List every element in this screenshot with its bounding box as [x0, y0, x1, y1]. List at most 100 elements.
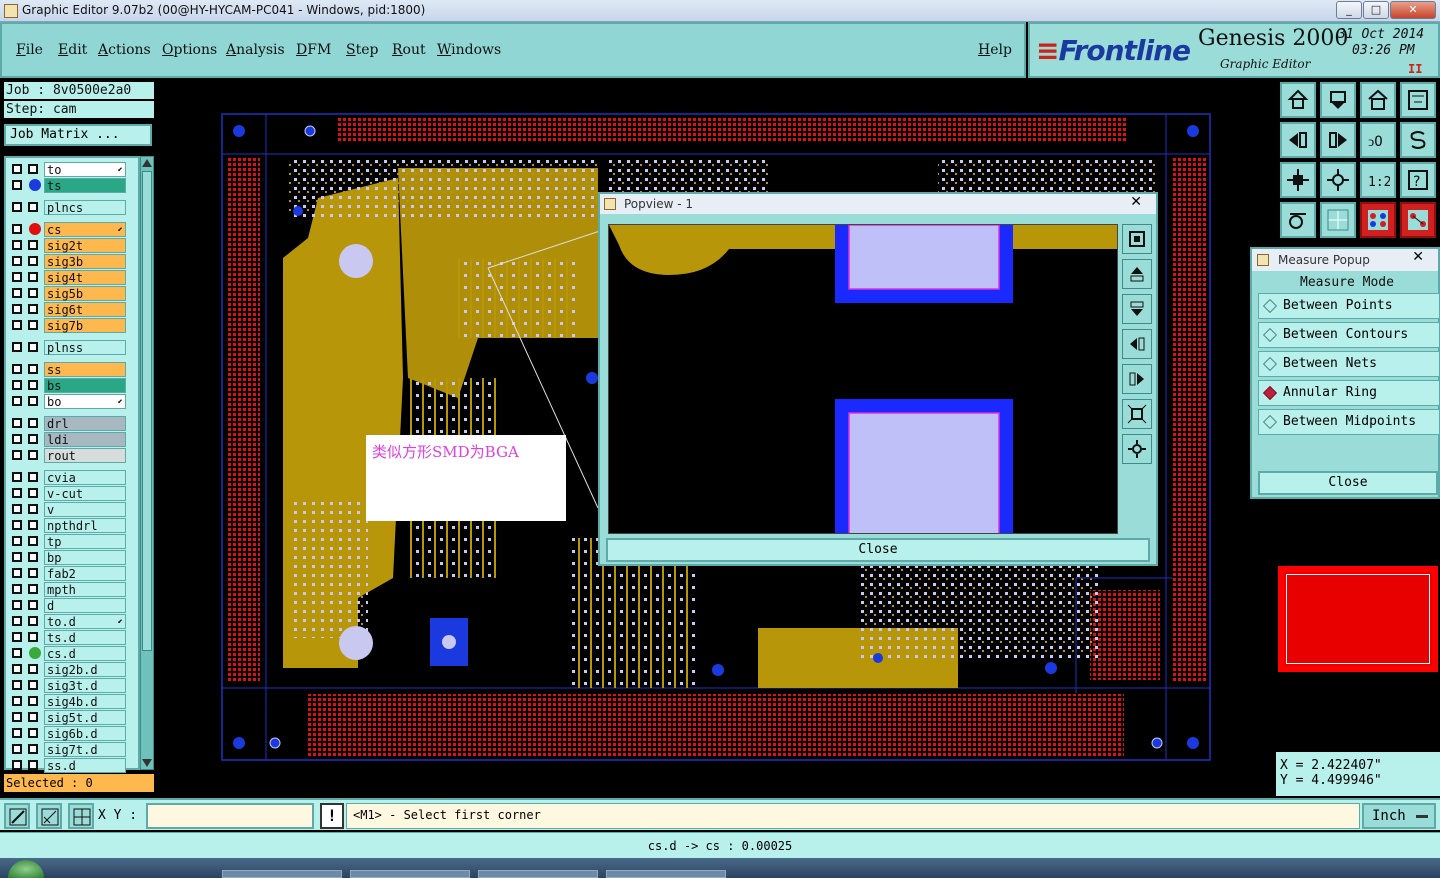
layer-display-checkbox[interactable] — [12, 696, 22, 706]
layer-row-plncs[interactable]: plncs — [8, 200, 128, 215]
scroll-thumb[interactable] — [142, 171, 152, 651]
menu-dfm[interactable]: DFM — [296, 42, 331, 58]
layer-display-checkbox[interactable] — [12, 364, 22, 374]
layer-name[interactable]: cs ⬋ — [44, 222, 126, 237]
layer-display-checkbox[interactable] — [12, 342, 22, 352]
layer-row-ts-d[interactable]: ts.d — [8, 630, 128, 645]
layer-affected-checkbox[interactable] — [28, 760, 38, 770]
menu-step[interactable]: Step — [346, 42, 378, 58]
scroll-down-icon[interactable] — [142, 759, 152, 767]
layer-row-sig5t-d[interactable]: sig5t.d — [8, 710, 128, 725]
help-icon[interactable]: ? — [1400, 162, 1436, 198]
taskbar-item[interactable] — [478, 870, 598, 878]
pan-left-icon[interactable] — [1280, 122, 1316, 158]
layer-name[interactable]: v — [44, 502, 126, 517]
layer-name[interactable]: ldi — [44, 432, 126, 447]
layer-row-cvia[interactable]: cvia — [8, 470, 128, 485]
layer-display-checkbox[interactable] — [12, 240, 22, 250]
popview-pan-down-icon[interactable] — [1122, 294, 1152, 324]
layer-display-checkbox[interactable] — [12, 600, 22, 610]
layer-row-sig4b-d[interactable]: sig4b.d — [8, 694, 128, 709]
job-matrix-button[interactable]: Job Matrix ... — [4, 124, 152, 146]
layer-row-ss[interactable]: ss — [8, 362, 128, 377]
layer-name[interactable]: ts.d — [44, 630, 126, 645]
layer-affected-checkbox[interactable] — [28, 450, 38, 460]
layer-name[interactable]: fab2 — [44, 566, 126, 581]
layer-name[interactable]: sig5t.d — [44, 710, 126, 725]
measure-between-points[interactable]: Between Points — [1258, 293, 1440, 319]
layer-affected-checkbox[interactable] — [28, 396, 38, 406]
popview-pan-up-icon[interactable] — [1122, 259, 1152, 289]
close-window-button[interactable]: ✕ — [1390, 1, 1436, 19]
layer-affected-checkbox[interactable] — [28, 680, 38, 690]
layer-name[interactable]: cs.d — [44, 646, 126, 661]
menu-options[interactable]: Options — [162, 42, 217, 58]
layer-display-checkbox[interactable] — [12, 664, 22, 674]
layer-name[interactable]: drl — [44, 416, 126, 431]
taskbar-item[interactable] — [606, 870, 726, 878]
redraw-icon[interactable] — [1400, 122, 1436, 158]
layer-row-bp[interactable]: bp — [8, 550, 128, 565]
popview-pan-left-icon[interactable] — [1122, 329, 1152, 359]
layer-display-checkbox[interactable] — [12, 504, 22, 514]
measure-annular-ring[interactable]: Annular Ring — [1258, 380, 1440, 406]
layer-display-checkbox[interactable] — [12, 180, 22, 190]
layer-name[interactable]: bs — [44, 378, 126, 393]
layer-affected-checkbox[interactable] — [28, 434, 38, 444]
layer-name[interactable]: mpth — [44, 582, 126, 597]
layer-row-sig2b-d[interactable]: sig2b.d — [8, 662, 128, 677]
popview-center-icon[interactable] — [1122, 434, 1152, 464]
units-selector[interactable]: Inch — [1362, 803, 1436, 829]
layer-row-ts[interactable]: ts — [8, 178, 128, 193]
layer-row-d[interactable]: d — [8, 598, 128, 613]
layer-row-sig7t-d[interactable]: sig7t.d — [8, 742, 128, 757]
layer-name[interactable]: ss — [44, 362, 126, 377]
menu-actions[interactable]: Actions — [98, 42, 151, 58]
layer-display-checkbox[interactable] — [12, 648, 22, 658]
layer-affected-checkbox[interactable] — [28, 616, 38, 626]
layer-display-checkbox[interactable] — [12, 552, 22, 562]
measure-close-button[interactable]: Close — [1258, 471, 1438, 495]
taskbar-item[interactable] — [350, 870, 470, 878]
layer-affected-checkbox[interactable] — [28, 696, 38, 706]
layer-color-dot-icon[interactable] — [29, 223, 41, 235]
layer-row-sig5b[interactable]: sig5b — [8, 286, 128, 301]
layer-affected-checkbox[interactable] — [28, 364, 38, 374]
layer-row-cs-d[interactable]: cs.d — [8, 646, 128, 661]
layer-name[interactable]: cvia — [44, 470, 126, 485]
layer-name[interactable]: sig2b.d — [44, 662, 126, 677]
menu-rout[interactable]: Rout — [392, 42, 426, 58]
pan-right-icon[interactable] — [1320, 122, 1356, 158]
maximize-button[interactable]: □ — [1363, 1, 1389, 19]
layer-row-ldi[interactable]: ldi — [8, 432, 128, 447]
grid-icon[interactable] — [1320, 202, 1356, 238]
fit-screen-icon[interactable] — [1280, 162, 1316, 198]
layer-display-checkbox[interactable] — [12, 568, 22, 578]
layer-affected-checkbox[interactable] — [28, 504, 38, 514]
layer-display-checkbox[interactable] — [12, 712, 22, 722]
layer-name[interactable]: sig5b — [44, 286, 126, 301]
layer-name[interactable]: to.d ⬋ — [44, 614, 126, 629]
layer-row-sig4t[interactable]: sig4t — [8, 270, 128, 285]
layer-name[interactable]: v-cut — [44, 486, 126, 501]
layer-affected-checkbox[interactable] — [28, 380, 38, 390]
menu-file[interactable]: File — [16, 42, 43, 58]
layer-display-checkbox[interactable] — [12, 272, 22, 282]
layer-name[interactable]: npthdrl — [44, 518, 126, 533]
layer-display-checkbox[interactable] — [12, 304, 22, 314]
layer-row-npthdrl[interactable]: npthdrl — [8, 518, 128, 533]
layer-name[interactable]: sig6b.d — [44, 726, 126, 741]
layer-display-checkbox[interactable] — [12, 396, 22, 406]
minimize-button[interactable]: _ — [1336, 1, 1362, 19]
layer-row-bo[interactable]: bo ⬋ — [8, 394, 128, 409]
layer-affected-checkbox[interactable] — [28, 536, 38, 546]
layer-display-checkbox[interactable] — [12, 536, 22, 546]
layer-display-checkbox[interactable] — [12, 450, 22, 460]
layer-name[interactable]: bo ⬋ — [44, 394, 126, 409]
layer-name[interactable]: sig7t.d — [44, 742, 126, 757]
layer-affected-checkbox[interactable] — [28, 632, 38, 642]
layer-row-sig2t[interactable]: sig2t — [8, 238, 128, 253]
layer-name[interactable]: ss.d — [44, 758, 126, 773]
pause-icon[interactable]: II — [1408, 62, 1422, 76]
layer-row-tp[interactable]: tp — [8, 534, 128, 549]
